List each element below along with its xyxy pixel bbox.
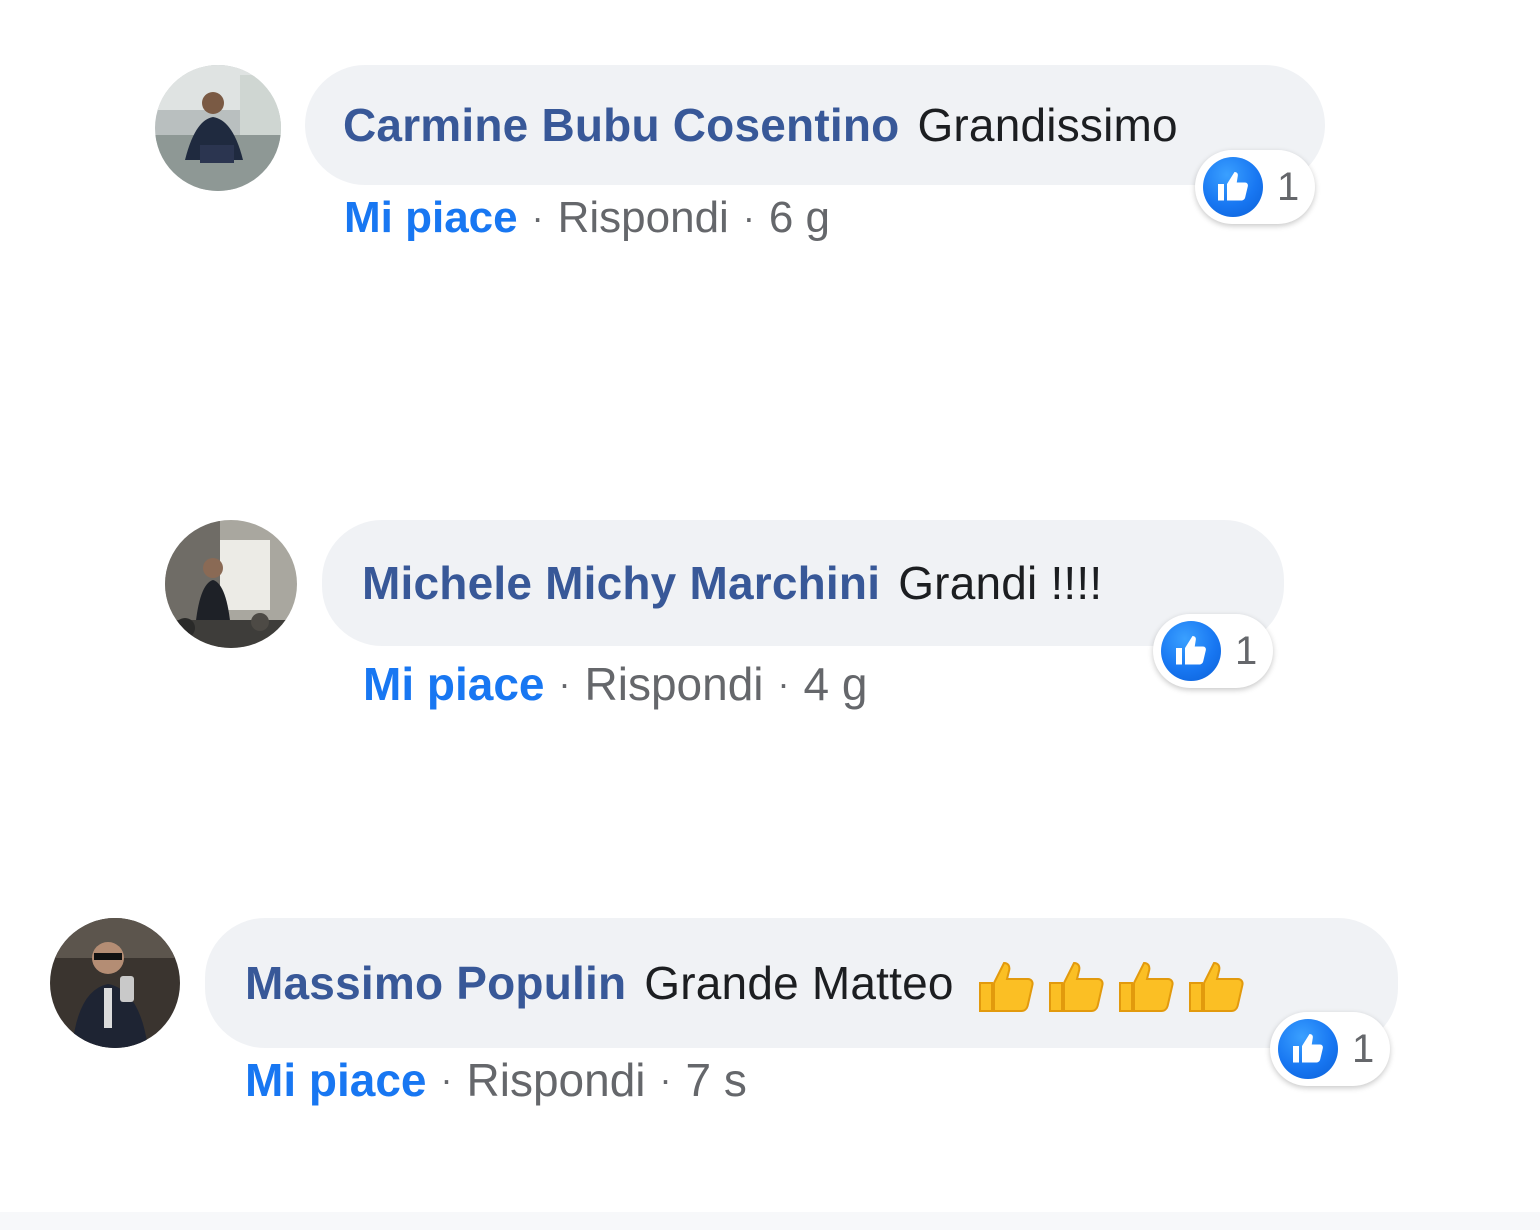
comment-bubble: Carmine Bubu Cosentino Grandissimo <box>305 65 1325 185</box>
like-button[interactable]: Mi piace <box>344 193 518 243</box>
reaction-summary[interactable]: 1 <box>1270 1012 1391 1086</box>
reply-button[interactable]: Rispondi <box>585 657 764 711</box>
comment-author[interactable]: Carmine Bubu Cosentino <box>343 98 899 152</box>
thumbs-up-emoji <box>1048 961 1104 1012</box>
reaction-summary[interactable]: 1 <box>1153 614 1274 688</box>
comments-page: Carmine Bubu Cosentino Grandissimo 1 Mi … <box>0 0 1540 1230</box>
comment-actions: Mi piace · Rispondi · 7 s <box>245 1052 747 1108</box>
reaction-count: 1 <box>1352 1026 1375 1071</box>
like-button[interactable]: Mi piace <box>363 657 545 711</box>
separator: · <box>659 1059 672 1100</box>
comment-text: Grande Matteo <box>644 957 954 1009</box>
bottom-edge <box>0 1212 1540 1230</box>
avatar-photo <box>165 520 297 648</box>
thumbs-up-emoji <box>1188 961 1244 1012</box>
thumbs-up-emoji <box>1118 961 1174 1012</box>
separator: · <box>742 197 755 238</box>
separator: · <box>531 197 544 238</box>
comment-text: Grandi !!!! <box>898 557 1103 609</box>
comment-bubble: Massimo Populin Grande Matteo <box>205 918 1398 1048</box>
comment-timestamp[interactable]: 4 g <box>804 657 868 711</box>
reaction-count: 1 <box>1235 628 1258 673</box>
avatar[interactable] <box>155 65 281 191</box>
avatar[interactable] <box>165 520 297 648</box>
reaction-summary[interactable]: 1 <box>1195 150 1316 224</box>
comment-timestamp[interactable]: 6 g <box>769 193 830 243</box>
comment-bubble: Michele Michy Marchini Grandi !!!! <box>322 520 1284 646</box>
comment-timestamp[interactable]: 7 s <box>686 1053 747 1107</box>
comment-author[interactable]: Massimo Populin <box>245 956 626 1010</box>
separator: · <box>558 663 571 704</box>
avatar-photo <box>50 918 180 1048</box>
separator: · <box>777 663 790 704</box>
like-thumb-icon <box>1278 1019 1338 1079</box>
avatar[interactable] <box>50 918 180 1048</box>
thumbs-up-emoji <box>978 961 1034 1012</box>
emoji-group <box>976 951 1246 1015</box>
like-button[interactable]: Mi piace <box>245 1053 427 1107</box>
separator: · <box>440 1059 453 1100</box>
comment-actions: Mi piace · Rispondi · 4 g <box>363 656 867 712</box>
like-thumb-icon <box>1203 157 1263 217</box>
reaction-count: 1 <box>1277 164 1300 209</box>
comment-author[interactable]: Michele Michy Marchini <box>362 556 880 610</box>
avatar-photo <box>155 65 281 191</box>
comment-text: Grandissimo <box>917 99 1178 151</box>
reply-button[interactable]: Rispondi <box>467 1053 646 1107</box>
like-thumb-icon <box>1161 621 1221 681</box>
comment-actions: Mi piace · Rispondi · 6 g <box>344 190 830 246</box>
reply-button[interactable]: Rispondi <box>558 193 729 243</box>
